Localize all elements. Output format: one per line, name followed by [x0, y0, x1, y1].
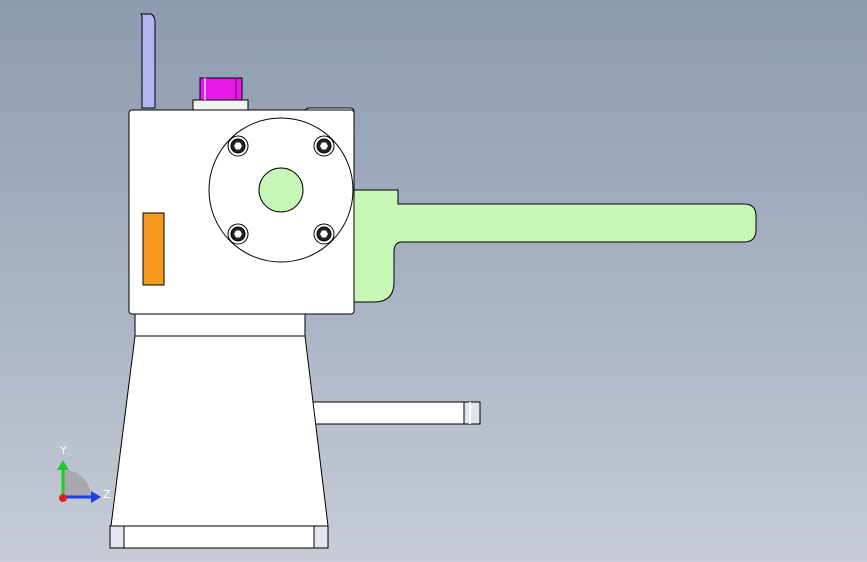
x-axis-dot [59, 494, 67, 502]
neck-block[interactable] [134, 313, 306, 337]
side-rod[interactable] [311, 401, 481, 425]
coordinate-triad: Y Z [57, 444, 111, 503]
handle-lever[interactable] [351, 189, 757, 303]
bolt-2[interactable] [313, 135, 335, 157]
triad-quarter-disc [64, 470, 91, 497]
y-arrowhead-icon [57, 460, 69, 470]
base-plate[interactable] [109, 525, 329, 549]
tapered-base[interactable] [110, 335, 329, 527]
cad-model-scene[interactable]: Y Z [0, 0, 867, 562]
cad-graphics-viewport[interactable]: Y Z [0, 0, 867, 562]
y-axis-label: Y [59, 444, 67, 457]
z-arrowhead-icon [91, 491, 101, 503]
left-rail[interactable] [140, 13, 156, 109]
bolt-3[interactable] [227, 223, 249, 245]
bolt-1[interactable] [227, 135, 249, 157]
top-knob[interactable] [192, 77, 249, 111]
center-bore[interactable] [258, 167, 304, 213]
bolt-4[interactable] [313, 223, 335, 245]
side-plate[interactable] [142, 212, 165, 286]
z-axis-label: Z [103, 488, 111, 501]
